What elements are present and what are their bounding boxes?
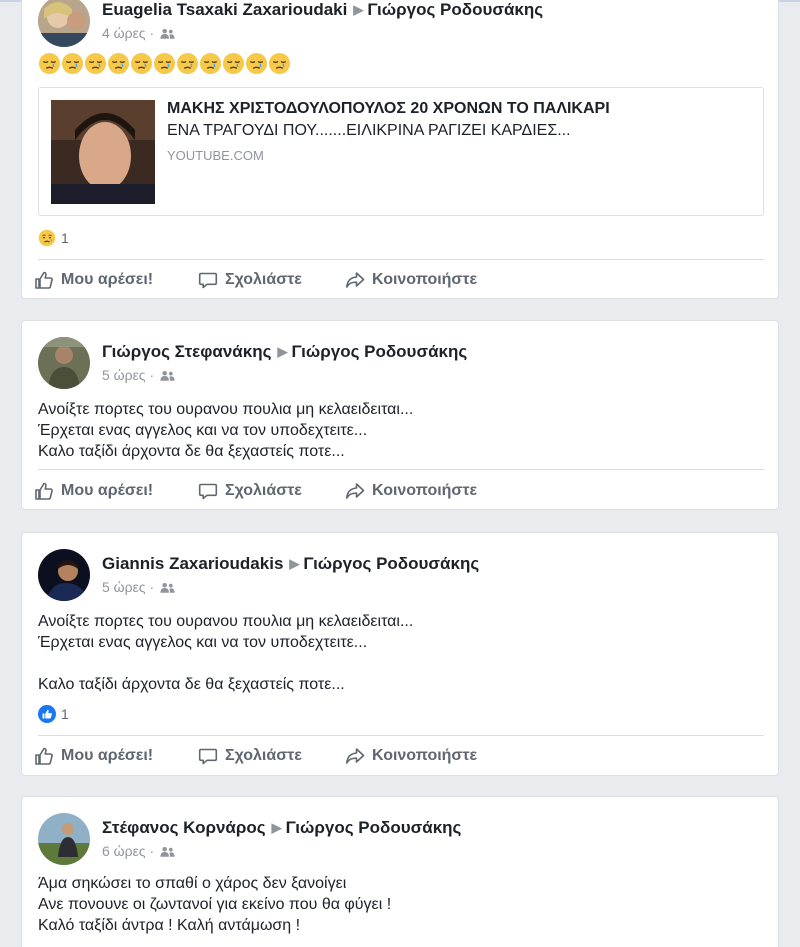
post-author-line: Euagelia Tsaxaki Zaxarioudaki ▶ Γιώργος Ρο… [102, 0, 543, 20]
sleepy-emoji-icon [153, 52, 176, 75]
share-label: Κοινοποιήστε [372, 271, 478, 288]
post-time[interactable]: 5 ώρες [102, 367, 146, 383]
reactions-summary[interactable]: 1 [38, 229, 69, 247]
post-time[interactable]: 6 ώρες [102, 843, 146, 859]
post-header: Στέφανος Κορνάρος ▶ Γιώργος Ροδουσάκης 6 ώ… [38, 813, 758, 865]
like-label: Μου αρέσει! [61, 747, 154, 764]
post-meta: 4 ώρες · [102, 25, 175, 41]
comment-icon [198, 270, 218, 290]
avatar[interactable] [38, 549, 90, 601]
friends-icon[interactable] [160, 846, 175, 858]
post-author-line: Giannis Zaxarioudakis ▶ Γιώργος Ροδουσάκης [102, 554, 479, 574]
arrow-right-icon: ▶ [277, 344, 288, 359]
sleepy-emoji-icon [199, 52, 222, 75]
sleepy-emoji-icon [84, 52, 107, 75]
post-author-line: Γιώργος Στεφανάκης ▶ Γιώργος Ροδουσάκης [102, 342, 467, 362]
post-text: Ανοίξτε πορτες του ουρανου πουλια μη κελ… [38, 401, 414, 460]
avatar[interactable] [38, 337, 90, 389]
sleepy-emoji-icon [268, 52, 291, 75]
divider [38, 469, 764, 470]
post-actions: Μου αρέσει! Σχολιάστε Κοινοποιήστε [34, 471, 764, 510]
share-button[interactable]: Κοινοποιήστε [345, 260, 478, 298]
post-card: Euagelia Tsaxaki Zaxarioudaki ▶ Γιώργος Ρο… [21, 0, 779, 299]
post-header: Γιώργος Στεφανάκης ▶ Γιώργος Ροδουσάκης 5 … [38, 337, 758, 389]
sleepy-emoji-icon [245, 52, 268, 75]
link-preview[interactable]: ΜΑΚΗΣ ΧΡΙΣΤΟΔΟΥΛΟΠΟΥΛΟΣ 20 ΧΡΟΝΩΝ ΤΟ ΠΑΛ… [38, 87, 764, 216]
link-thumbnail[interactable] [51, 100, 155, 204]
post-card: Giannis Zaxarioudakis ▶ Γιώργος Ροδουσάκης… [21, 532, 779, 776]
thumbs-up-icon [34, 746, 54, 766]
link-title[interactable]: ΜΑΚΗΣ ΧΡΙΣΤΟΔΟΥΛΟΠΟΥΛΟΣ 20 ΧΡΟΝΩΝ ΤΟ ΠΑΛ… [167, 100, 610, 118]
post-header: Euagelia Tsaxaki Zaxarioudaki ▶ Γιώργος Ρο… [38, 0, 758, 47]
friends-icon[interactable] [160, 582, 175, 594]
post-meta: 5 ώρες · [102, 579, 175, 595]
share-icon [345, 270, 365, 290]
sleepy-emoji-icon [176, 52, 199, 75]
reactions-summary[interactable]: 1 [38, 705, 69, 723]
post-card: Γιώργος Στεφανάκης ▶ Γιώργος Ροδουσάκης 5 … [21, 320, 779, 510]
sleepy-emoji-icon [38, 52, 61, 75]
thumbs-up-icon [34, 481, 54, 501]
post-card: Στέφανος Κορνάρος ▶ Γιώργος Ροδουσάκης 6 ώ… [21, 796, 779, 947]
share-icon [345, 481, 365, 501]
share-label: Κοινοποιήστε [372, 747, 478, 764]
comment-icon [198, 481, 218, 501]
reaction-count: 1 [61, 706, 69, 722]
sleepy-emoji-icon [107, 52, 130, 75]
comment-button[interactable]: Σχολιάστε [198, 471, 302, 510]
like-button[interactable]: Μου αρέσει! [34, 471, 153, 510]
target-name[interactable]: Γιώργος Ροδουσάκης [303, 554, 479, 573]
like-label: Μου αρέσει! [61, 482, 154, 499]
comment-icon [198, 746, 218, 766]
avatar[interactable] [38, 813, 90, 865]
avatar[interactable] [38, 0, 90, 47]
reaction-count: 1 [61, 230, 69, 246]
sleepy-emoji-icon [222, 52, 245, 75]
post-text: Άμα σηκώσει το σπαθί ο χάρος δεν ξανοίγε… [38, 875, 392, 934]
thumbs-up-icon [34, 270, 54, 290]
comment-label: Σχολιάστε [225, 482, 302, 499]
sad-reaction-icon [38, 229, 56, 247]
post-actions: Μου αρέσει! Σχολιάστε Κοινοποιήστε [34, 260, 764, 299]
arrow-right-icon: ▶ [289, 556, 300, 571]
like-button[interactable]: Μου αρέσει! [34, 736, 153, 776]
arrow-right-icon: ▶ [271, 820, 282, 835]
sleepy-emoji-icon [130, 52, 153, 75]
post-author-line: Στέφανος Κορνάρος ▶ Γιώργος Ροδουσάκης [102, 818, 461, 838]
link-source: YOUTUBE.COM [167, 148, 264, 163]
post-time[interactable]: 4 ώρες [102, 25, 146, 41]
comment-label: Σχολιάστε [225, 747, 302, 764]
target-name[interactable]: Γιώργος Ροδουσάκης [291, 342, 467, 361]
share-label: Κοινοποιήστε [372, 482, 478, 499]
link-description: ΕΝΑ ΤΡΑΓΟΥΔΙ ΠΟΥ.......ΕΙΛΙΚΡΙΝΑ ΡΑΓΙΖΕΙ… [167, 122, 571, 139]
target-name[interactable]: Γιώργος Ροδουσάκης [286, 818, 462, 837]
comment-button[interactable]: Σχολιάστε [198, 260, 302, 299]
author-name[interactable]: Γιώργος Στεφανάκης [102, 342, 271, 361]
comment-button[interactable]: Σχολιάστε [198, 736, 302, 776]
arrow-right-icon: ▶ [353, 2, 364, 17]
like-reaction-icon [38, 705, 56, 723]
post-text: Ανοίξτε πορτες του ουρανου πουλια μη κελ… [38, 613, 414, 693]
share-icon [345, 746, 365, 766]
post-meta: 6 ώρες · [102, 843, 175, 859]
friends-icon[interactable] [160, 28, 175, 40]
share-button[interactable]: Κοινοποιήστε [345, 736, 478, 775]
like-label: Μου αρέσει! [61, 271, 154, 288]
friends-icon[interactable] [160, 370, 175, 382]
author-name[interactable]: Στέφανος Κορνάρος [102, 818, 266, 837]
author-name[interactable]: Giannis Zaxarioudakis [102, 554, 283, 573]
post-actions: Μου αρέσει! Σχολιάστε Κοινοποιήστε [34, 736, 764, 776]
post-emojis [38, 52, 291, 75]
post-header: Giannis Zaxarioudakis ▶ Γιώργος Ροδουσάκης… [38, 549, 758, 601]
sleepy-emoji-icon [61, 52, 84, 75]
post-meta: 5 ώρες · [102, 367, 175, 383]
share-button[interactable]: Κοινοποιήστε [345, 471, 478, 509]
comment-label: Σχολιάστε [225, 271, 302, 288]
target-name[interactable]: Γιώργος Ροδουσάκης [367, 0, 543, 19]
author-name[interactable]: Euagelia Tsaxaki Zaxarioudaki [102, 0, 347, 19]
like-button[interactable]: Μου αρέσει! [34, 260, 153, 299]
post-time[interactable]: 5 ώρες [102, 579, 146, 595]
